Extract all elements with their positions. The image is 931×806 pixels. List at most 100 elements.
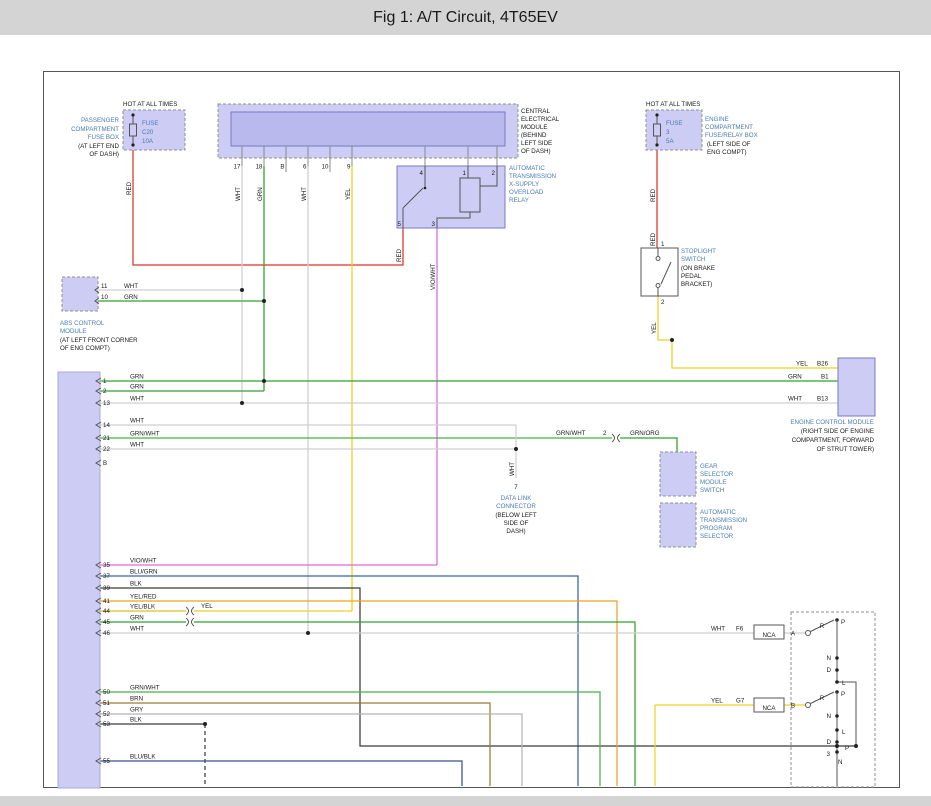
ecm-pin-color: WHT [788, 396, 802, 403]
fuse-id: C20 [142, 129, 154, 136]
svg-text:L: L [842, 680, 846, 687]
svg-text:L: L [842, 729, 846, 736]
component-location: (RIGHT SIDE OF ENGINE [801, 428, 874, 435]
component-label: ELECTRICAL [521, 116, 560, 123]
component-label: MODULE [60, 328, 86, 335]
cem-pin: 17 [234, 164, 241, 171]
svg-text:D: D [827, 667, 832, 674]
component-label: ENGINE [705, 116, 729, 123]
wire-color-label: GRN [257, 187, 264, 201]
fuse-label: FUSE [666, 120, 683, 127]
svg-text:55: 55 [103, 758, 110, 765]
svg-text:53: 53 [103, 721, 110, 728]
switch-pin: 2 [661, 299, 665, 306]
abs-pin-color: WHT [124, 283, 138, 290]
svg-text:44: 44 [103, 608, 110, 615]
component-label: SELECTOR [700, 471, 734, 478]
svg-text:3: 3 [827, 751, 831, 758]
svg-text:BRN: BRN [130, 696, 143, 703]
fuse-amps: 10A [142, 138, 154, 145]
component-label: TRANSMISSION [509, 173, 556, 180]
relay-pin: 2 [492, 170, 496, 177]
svg-text:WHT: WHT [130, 396, 144, 403]
ecm-pin-num: B13 [817, 396, 829, 403]
wire-color-label: RED [396, 248, 403, 262]
component-label: AUTOMATIC [509, 165, 545, 172]
svg-text:WHT: WHT [130, 442, 144, 449]
svg-text:GRN/WHT: GRN/WHT [130, 685, 160, 692]
svg-text:R: R [820, 623, 825, 630]
component-label: DATA LINK [501, 495, 533, 502]
component-label: MODULE [700, 479, 726, 486]
abs-pin-color: GRN [124, 294, 138, 301]
component-location: LEFT SIDE [521, 140, 552, 147]
component-label: X-SUPPLY [509, 181, 539, 188]
svg-text:P: P [841, 619, 845, 626]
ecm-pin-num: F6 [736, 626, 744, 633]
component-label: PASSENGER [81, 117, 120, 124]
svg-text:35: 35 [103, 562, 110, 569]
fuse-label: FUSE [142, 120, 159, 127]
svg-text:WHT: WHT [130, 418, 144, 425]
svg-text:39: 39 [103, 585, 110, 592]
component-label: COMPARTMENT [705, 124, 753, 131]
wire-color-label: YEL [345, 188, 352, 200]
wire-color-label: RED [126, 181, 133, 195]
component-label: MODULE [521, 124, 547, 131]
svg-text:2: 2 [103, 388, 107, 395]
component-location: OF STRUT TOWER) [817, 446, 874, 453]
switch-id: B [791, 703, 795, 710]
component-location: ENG COMPT) [707, 149, 747, 156]
svg-text:50: 50 [103, 689, 110, 696]
component-location: (AT LEFT FRONT CORNER [60, 337, 138, 344]
cem-pin: B [280, 164, 284, 171]
atps-outline [660, 503, 696, 547]
wire-color-label: YEL [711, 698, 723, 705]
svg-text:52: 52 [103, 711, 110, 718]
nca-label: NCA [762, 632, 776, 639]
svg-text:41: 41 [103, 598, 110, 605]
abs-pin-num: 11 [101, 283, 108, 290]
switch-pin: 1 [661, 241, 665, 248]
component-location: OF ENG COMPT) [60, 345, 110, 352]
svg-text:21: 21 [103, 435, 110, 442]
component-label: ABS CONTROL [60, 320, 105, 327]
cem-pin: 9 [347, 164, 351, 171]
ecm-pin-color: GRN [788, 374, 802, 381]
relay-pin: 1 [463, 170, 467, 177]
component-location: SIDE OF [504, 520, 529, 527]
wire-color-label: GRN/WHT [556, 430, 586, 437]
component-label: FUSE BOX [88, 134, 119, 141]
gear-selector-outline [660, 452, 696, 496]
splice-pin: 2 [603, 430, 607, 437]
fuse-amps: 5A [666, 138, 674, 145]
nca-label: NCA [762, 705, 776, 712]
component-label: PROGRAM [700, 525, 732, 532]
svg-text:P: P [841, 691, 845, 698]
wire-color-label: VIO/WHT [430, 263, 437, 290]
wire-color-label: WHT [509, 462, 516, 476]
component-label: ENGINE CONTROL MODULE [790, 419, 874, 426]
stoplight-switch-outline [641, 248, 678, 296]
svg-text:13: 13 [103, 400, 110, 407]
svg-text:BLU/BLK: BLU/BLK [130, 754, 156, 761]
svg-text:BLK: BLK [130, 581, 143, 588]
wire-color-label: GRN/ORG [630, 430, 660, 437]
svg-text:BLK: BLK [130, 717, 143, 724]
svg-text:51: 51 [103, 700, 110, 707]
datalink-pin: 7 [514, 484, 518, 491]
ecm-pin-num: G7 [736, 698, 745, 705]
abs-outline [62, 277, 98, 311]
svg-text:46: 46 [103, 630, 110, 637]
svg-text:N: N [838, 759, 842, 766]
wire-color-label: WHT [235, 187, 242, 201]
abs-pin-num: 10 [101, 294, 108, 301]
component-label: OVERLOAD [509, 189, 544, 196]
component-label: AUTOMATIC [700, 509, 736, 516]
svg-text:D: D [827, 739, 832, 746]
component-label: SELECTOR [700, 533, 734, 540]
fuse-box-outline [646, 110, 702, 150]
component-label: GEAR [700, 463, 718, 470]
wire-color-label: RED [650, 188, 657, 202]
connector-body [58, 372, 100, 788]
